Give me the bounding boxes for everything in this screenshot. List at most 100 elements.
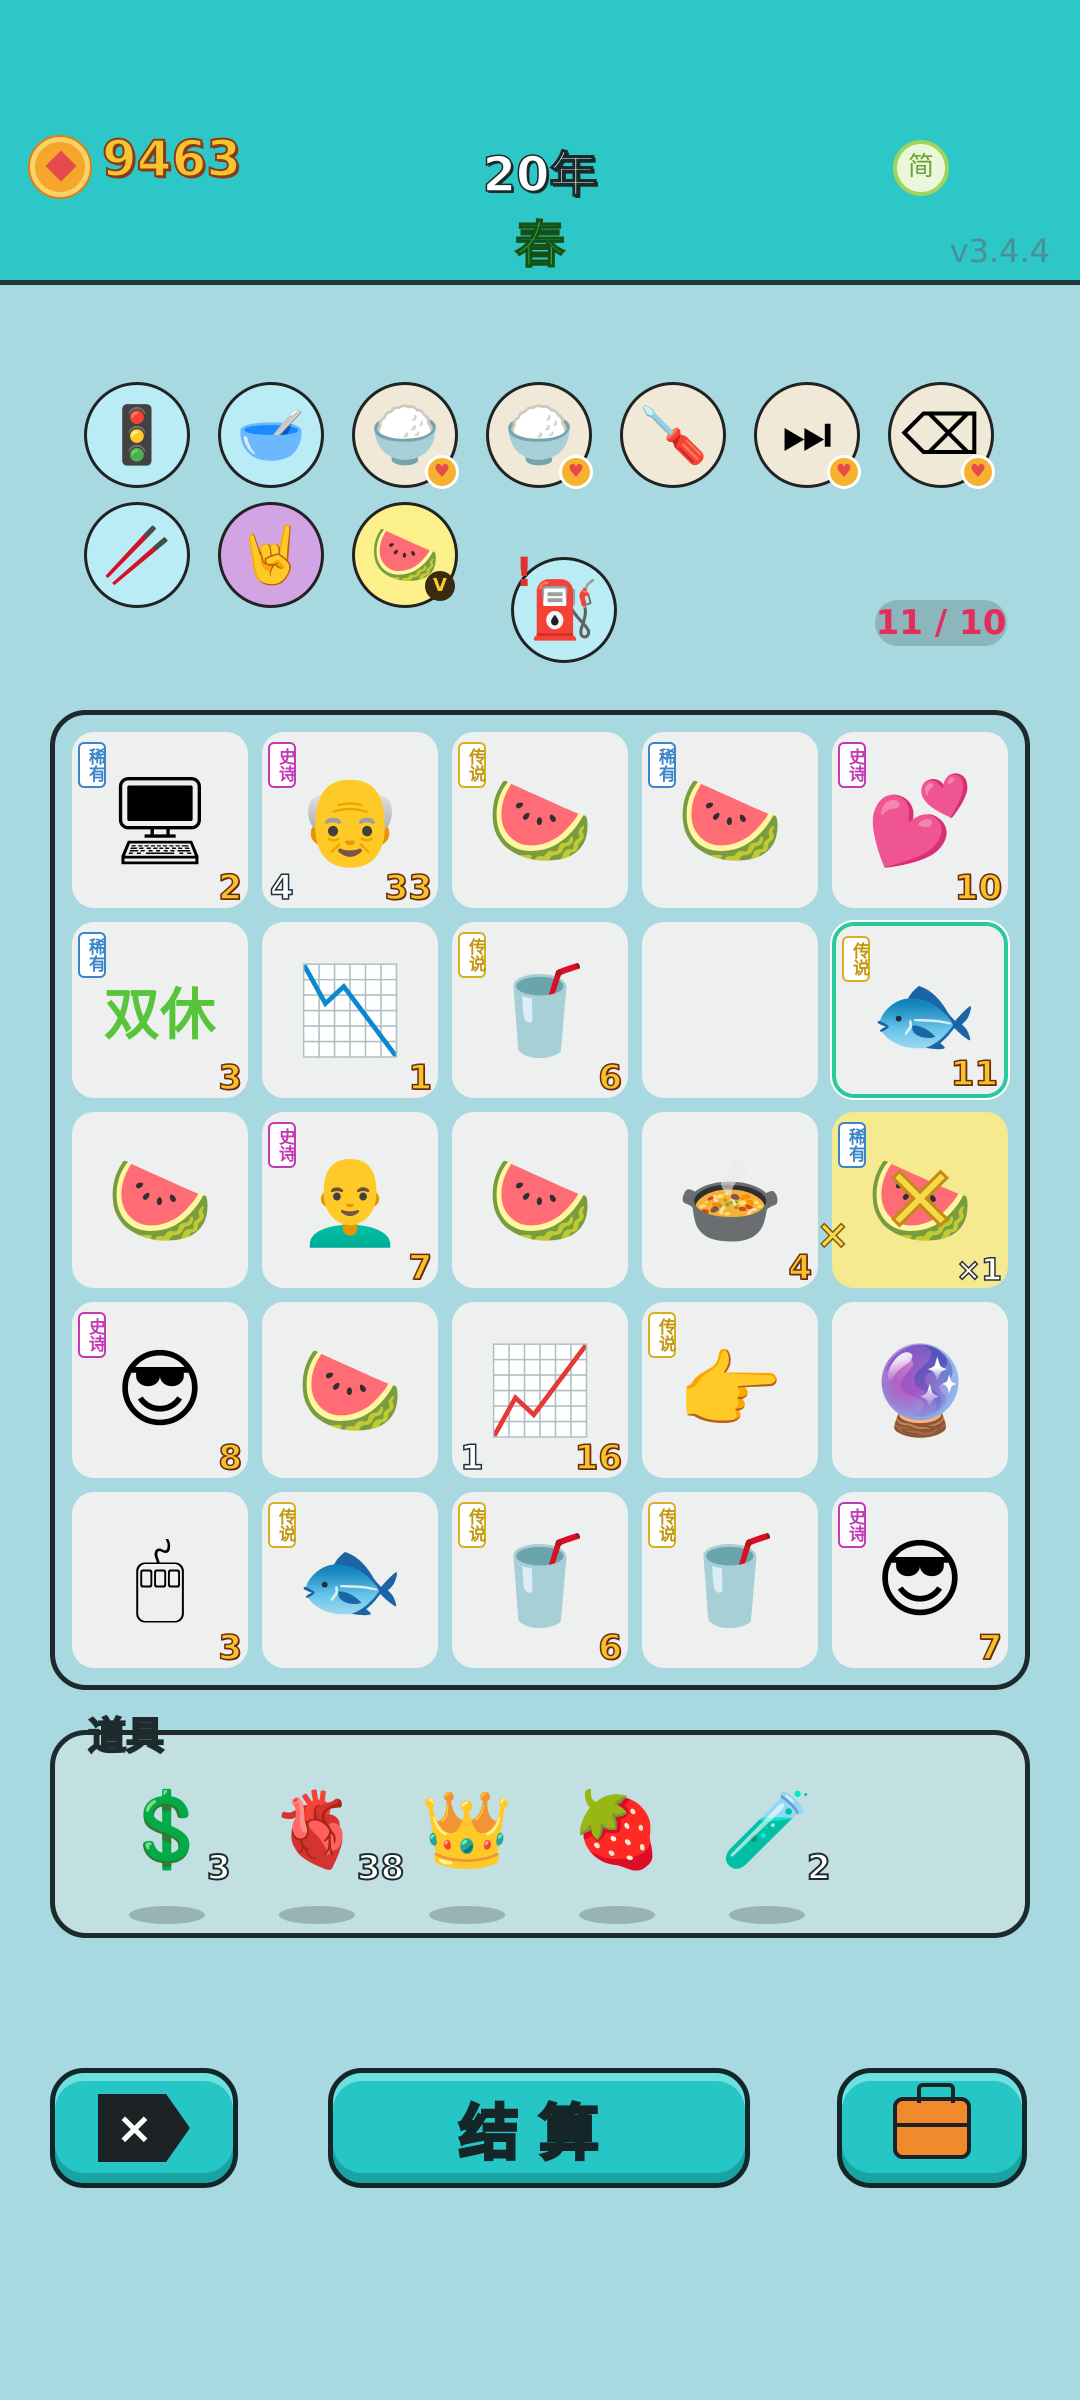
cell-value: 3 bbox=[218, 1627, 243, 1669]
board-cell-watermelon-piece[interactable]: 🍉 bbox=[72, 1112, 248, 1288]
relic-rock-hand-icon[interactable]: 🤘 bbox=[218, 502, 324, 608]
rarity-tag: 传说 bbox=[458, 932, 486, 978]
relic-screwdriver-icon[interactable]: 🪛 bbox=[620, 382, 726, 488]
cell-value: 1 bbox=[408, 1057, 433, 1099]
rarity-tag: 传说 bbox=[458, 742, 486, 788]
liver-icon: 🫀 bbox=[270, 1786, 364, 1873]
relic-traffic-light-ghost-icon[interactable]: 🚦 bbox=[84, 382, 190, 488]
board-cell-koi-fish[interactable]: 🐟 传说 11 bbox=[832, 922, 1008, 1098]
pump-warning-icon: ! bbox=[515, 550, 534, 596]
skip-icon: ⏭ bbox=[781, 402, 833, 467]
language-toggle-button[interactable]: 简 bbox=[893, 140, 949, 196]
relic-slot-count: 11 / 10 bbox=[875, 600, 1007, 646]
cell-value: 16 bbox=[574, 1437, 623, 1479]
season-label: 春 bbox=[514, 215, 566, 275]
board-cell-green-hat-man[interactable]: 😎 史诗 7 bbox=[832, 1492, 1008, 1669]
board-cell-watermelon-piece[interactable]: 🍉 bbox=[262, 1302, 438, 1478]
dollar-coin-icon: 💲 bbox=[120, 1786, 214, 1873]
board-cell-computer-mouse[interactable]: 🖱 3 bbox=[72, 1492, 248, 1669]
item-liver-icon[interactable]: 🫀 38 bbox=[257, 1770, 405, 1924]
relic-rice-bowl-icon[interactable]: 🍚 ♥ bbox=[352, 382, 459, 489]
rarity-tag: 传说 bbox=[268, 1502, 296, 1548]
board-cell-old-man-glasses[interactable]: 👴 史诗 33 4 bbox=[262, 732, 438, 909]
screwdriver-icon: 🪛 bbox=[638, 403, 708, 468]
rarity-tag: 稀有 bbox=[78, 742, 106, 788]
board-cell-bubble-tea[interactable]: 🥤 传说 6 bbox=[452, 1492, 628, 1669]
board-cell-watermelon-piece[interactable]: 🍉 bbox=[452, 1112, 628, 1288]
board-cell-watermelon-slice[interactable]: 🍉 稀有 bbox=[642, 732, 818, 908]
heart-badge-icon: ♥ bbox=[827, 455, 861, 489]
item-shadow bbox=[579, 1906, 655, 1924]
rock-hand-icon: 🤘 bbox=[236, 523, 306, 588]
relic-fruit-basket-icon[interactable]: 🍉 V bbox=[352, 502, 458, 608]
cell-value: 6 bbox=[598, 1057, 623, 1099]
traffic-light-ghost-icon: 🚦 bbox=[102, 403, 172, 468]
inventory-button[interactable] bbox=[837, 2068, 1027, 2188]
item-lychee-icon[interactable]: 🍓 bbox=[557, 1770, 677, 1924]
vip-badge: V bbox=[425, 571, 455, 601]
item-test-tubes-icon[interactable]: 🧪 2 bbox=[707, 1770, 832, 1924]
rarity-tag: 传说 bbox=[458, 1502, 486, 1548]
board-cell-rising-chart[interactable]: 📈 16 1 bbox=[452, 1302, 628, 1479]
relic-rice-bowl-icon[interactable]: 🍚 ♥ bbox=[486, 382, 593, 489]
item-crown-icon[interactable]: 👑 bbox=[407, 1770, 527, 1924]
relic-delete-tag-icon[interactable]: ⌫ ♥ bbox=[888, 382, 995, 489]
version-label: v3.4.4 bbox=[949, 232, 1050, 270]
cell-multiplier: ×1 bbox=[955, 1252, 1003, 1289]
briefcase-icon bbox=[893, 2083, 971, 2159]
relic-dog-bowl-icon[interactable]: 🥣 bbox=[218, 382, 324, 488]
cell-value: 33 bbox=[384, 867, 433, 909]
rarity-tag: 传说 bbox=[842, 936, 870, 982]
cell-value: 4 bbox=[788, 1247, 813, 1289]
board-cell-bald-old-man[interactable]: 👨‍🦲 史诗 7 bbox=[262, 1112, 438, 1289]
top-bar: 9463 20年 春 简 v3.4.4 bbox=[0, 0, 1080, 285]
cell-value: 8 bbox=[218, 1437, 243, 1479]
board-cell-server-tower[interactable]: 🖥 稀有 2 bbox=[72, 732, 248, 909]
dog-bowl-icon: 🥣 bbox=[236, 403, 306, 468]
gacha-ball-icon: 🔮 bbox=[866, 1340, 974, 1441]
board-cell-green-hat-man[interactable]: 😎 史诗 8 bbox=[72, 1302, 248, 1479]
board-cell-falling-chart[interactable]: 📉 1 bbox=[262, 922, 438, 1099]
rarity-tag: 史诗 bbox=[268, 742, 296, 788]
board-cell-empty[interactable] bbox=[642, 922, 818, 1098]
remove-button[interactable]: × bbox=[50, 2068, 238, 2188]
board-cell-gacha-ball[interactable]: 🔮 bbox=[832, 1302, 1008, 1478]
board-cell-pointing-hand[interactable]: 👉 传说 bbox=[642, 1302, 818, 1478]
rarity-tag: 史诗 bbox=[268, 1122, 296, 1168]
air-pump-icon: ⛽ bbox=[529, 578, 599, 643]
watermelon-piece-icon: 🍉 bbox=[486, 1150, 594, 1251]
board-cell-watermelon-crossed[interactable]: 🍉 稀有 ✕ ×1 bbox=[832, 1112, 1008, 1289]
lychee-icon: 🍓 bbox=[570, 1786, 664, 1873]
board-cell-watermelon-whole[interactable]: 🍉 传说 bbox=[452, 732, 628, 908]
chopsticks-icon: 🥢 bbox=[102, 523, 172, 588]
board-cell-double-rest[interactable]: 双休 稀有 3 bbox=[72, 922, 248, 1099]
items-panel: 💲 3 🫀 38 👑 🍓 🧪 2 bbox=[50, 1730, 1030, 1938]
rarity-tag: 史诗 bbox=[78, 1312, 106, 1358]
cell-value: 10 bbox=[954, 867, 1003, 909]
rarity-tag: 稀有 bbox=[78, 932, 106, 978]
delete-tag-icon: × bbox=[98, 2094, 190, 2162]
board-cell-soup-bowl[interactable]: 🍲 4 bbox=[642, 1112, 818, 1289]
rarity-tag: 传说 bbox=[648, 1502, 676, 1548]
cell-value: 3 bbox=[218, 1057, 243, 1099]
board-cell-bubble-tea[interactable]: 🥤 传说 bbox=[642, 1492, 818, 1668]
board-cell-girl-hearts[interactable]: 💕 史诗 10 bbox=[832, 732, 1008, 909]
cross-mark: × bbox=[815, 1211, 850, 1259]
heart-badge-icon: ♥ bbox=[961, 455, 995, 489]
board-cell-bubble-tea[interactable]: 🥤 传说 6 bbox=[452, 922, 628, 1099]
board-cell-koi-fish[interactable]: 🐟 传说 bbox=[262, 1492, 438, 1668]
item-dollar-coin-icon[interactable]: 💲 3 bbox=[107, 1770, 232, 1924]
cell-value: 11 bbox=[950, 1053, 999, 1095]
heart-badge-icon: ♥ bbox=[425, 455, 459, 489]
watermelon-piece-icon: 🍉 bbox=[296, 1340, 404, 1441]
rice-bowl-icon: 🍚 bbox=[504, 403, 574, 468]
item-count: 38 bbox=[356, 1847, 405, 1889]
items-title: 道具 bbox=[87, 1713, 165, 1759]
item-shadow bbox=[729, 1906, 805, 1924]
rarity-tag: 传说 bbox=[648, 1312, 676, 1358]
rarity-tag: 史诗 bbox=[838, 1502, 866, 1548]
relic-chopsticks-icon[interactable]: 🥢 bbox=[84, 502, 190, 608]
relic-skip-icon[interactable]: ⏭ ♥ bbox=[754, 382, 861, 489]
cell-counter: 1 bbox=[459, 1437, 484, 1479]
settle-button[interactable]: 结算 bbox=[328, 2068, 750, 2188]
